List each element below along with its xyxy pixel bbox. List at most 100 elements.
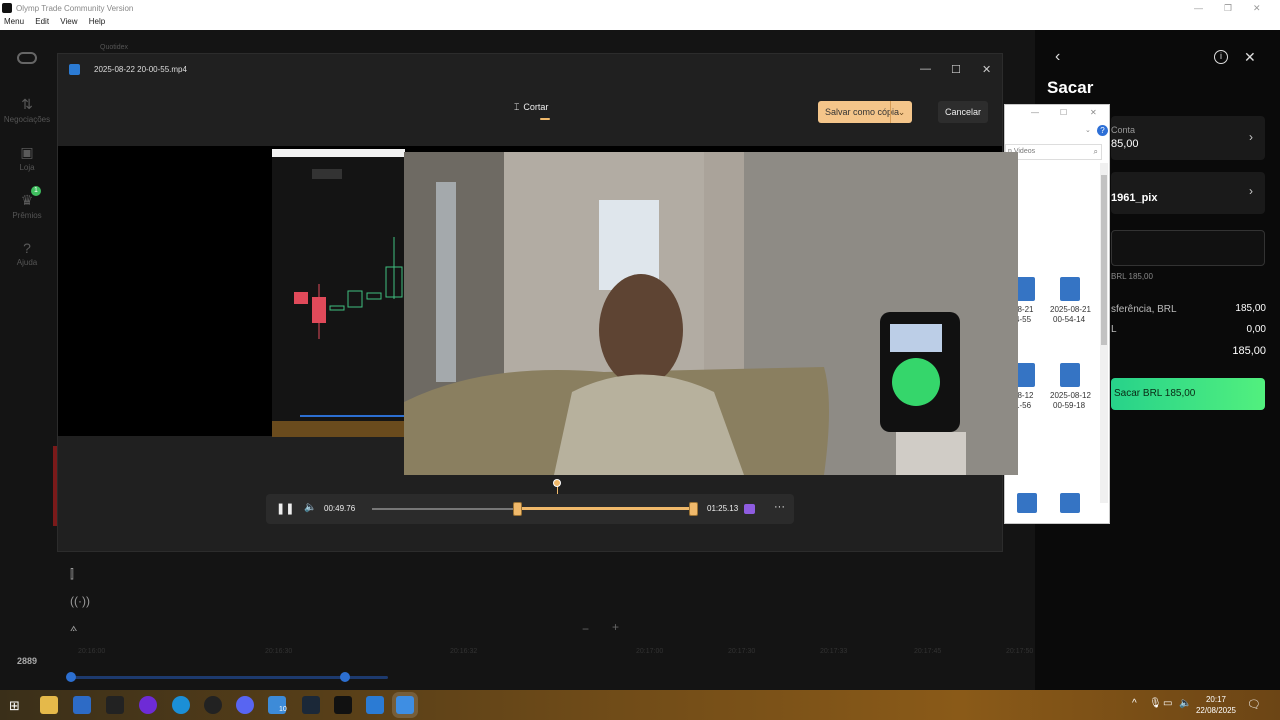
- drawing-icon[interactable]: ⟑: [70, 620, 77, 635]
- video-file-icon[interactable]: [1060, 493, 1080, 513]
- balance-value: 2889: [17, 656, 38, 666]
- playhead-handle[interactable]: [553, 479, 561, 487]
- clipchamp-icon[interactable]: [744, 504, 755, 514]
- sidebar-item-help[interactable]: ? Ajuda: [0, 240, 54, 267]
- video-file-icon[interactable]: [1060, 363, 1080, 387]
- steam-icon[interactable]: [302, 696, 320, 714]
- chart-scrollbar[interactable]: [66, 672, 388, 682]
- menu-item[interactable]: Help: [89, 17, 105, 26]
- playback-controls: ❚❚ 🔈 00:49.76 01:25.13 ···: [266, 494, 794, 524]
- app-title: Olymp Trade Community Version: [16, 4, 134, 13]
- amount-input[interactable]: [1111, 230, 1265, 266]
- account-selector[interactable]: Conta 85,00 ›: [1111, 116, 1265, 160]
- pause-icon[interactable]: ❚❚: [276, 502, 294, 515]
- video-file-icon[interactable]: [1015, 363, 1035, 387]
- tab-cut-indicator: [540, 118, 550, 120]
- explorer-scroll-thumb[interactable]: [1101, 175, 1107, 345]
- taskbar-clock[interactable]: 20:17 22/08/2025: [1196, 694, 1236, 716]
- windows-taskbar: ⊞ 10 ^ 🎙 ▭ 🔈 20:17 22/08/2025 🗨: [0, 690, 1280, 720]
- photos-editor-icon[interactable]: [396, 696, 414, 714]
- video-file-icon[interactable]: [1017, 493, 1037, 513]
- network-icon[interactable]: ▭: [1163, 698, 1172, 709]
- zoom-in-icon[interactable]: +: [612, 620, 619, 634]
- close-icon[interactable]: ✕: [982, 63, 991, 76]
- chevron-down-icon[interactable]: ⌄: [890, 101, 912, 123]
- minimize-icon[interactable]: —: [920, 63, 931, 75]
- video-file-icon[interactable]: [1015, 277, 1035, 301]
- file-name: 2025-08-21: [1050, 305, 1091, 314]
- menu-item[interactable]: Edit: [35, 17, 49, 26]
- trim-timeline[interactable]: [372, 502, 698, 516]
- windows-start-icon[interactable]: ⊞: [9, 698, 20, 714]
- chrome-icon[interactable]: [204, 696, 222, 714]
- explorer-search-input[interactable]: n Videos ⌕: [1005, 144, 1102, 160]
- back-icon[interactable]: ‹: [1055, 48, 1060, 66]
- info-icon[interactable]: i: [1214, 50, 1228, 64]
- explorer-maximize-icon[interactable]: ☐: [1060, 108, 1067, 117]
- method-selector[interactable]: 1961_pix ›: [1111, 172, 1265, 214]
- explorer-close-icon[interactable]: ✕: [1090, 108, 1097, 117]
- zoom-out-icon[interactable]: −: [582, 622, 589, 636]
- file-name: 00-54-14: [1053, 315, 1086, 324]
- video-editor-window: 2025-08-22 20-00-55.mp4 — ☐ ✕ ⌶ Cortar Sa…: [57, 53, 1018, 552]
- edge-icon[interactable]: [172, 696, 190, 714]
- menu-item[interactable]: View: [60, 17, 77, 26]
- tab-cut[interactable]: ⌶ Cortar: [514, 102, 548, 113]
- trade-arrows-icon: ⇅: [21, 96, 33, 112]
- scroll-handle-right[interactable]: [340, 672, 350, 682]
- menu-item[interactable]: Menu: [4, 17, 24, 26]
- restore-icon[interactable]: ❐: [1224, 3, 1232, 14]
- app-logo-icon: [2, 3, 12, 13]
- chevron-right-icon: ›: [1249, 184, 1253, 198]
- save-as-copy-button[interactable]: Salvar como cópia ⌄: [818, 101, 912, 123]
- prizes-badge: 1: [31, 186, 41, 196]
- trim-icon: ⌶: [514, 102, 520, 112]
- fee-value: 0,00: [1246, 324, 1266, 335]
- video-filename: 2025-08-22 20-00-55.mp4: [94, 65, 187, 74]
- close-icon[interactable]: ✕: [1253, 3, 1261, 14]
- minimize-icon[interactable]: —: [1194, 3, 1203, 13]
- explorer-scrollbar[interactable]: [1100, 163, 1108, 503]
- sidebar-item-trades[interactable]: ⇅ Negociações: [0, 96, 54, 124]
- file-explorer-icon[interactable]: [40, 696, 58, 714]
- chevron-up-icon[interactable]: ^: [1132, 698, 1137, 709]
- more-options-icon[interactable]: ···: [774, 501, 785, 513]
- onedrive-icon[interactable]: [73, 696, 91, 714]
- sidebar-item-store[interactable]: ▣ Loja: [0, 144, 54, 172]
- taskbar-badge: 10: [279, 706, 287, 713]
- mute-icon[interactable]: 🔈: [304, 502, 316, 513]
- epic-games-icon[interactable]: [106, 696, 124, 714]
- volume-icon[interactable]: 🔈: [1179, 698, 1191, 709]
- time-tick: 20:16:30: [265, 648, 293, 655]
- app-circle-icon[interactable]: [139, 696, 157, 714]
- indicators-icon[interactable]: ((·)): [70, 594, 90, 608]
- sidebar-item-prizes[interactable]: ♛ Prêmios 1: [0, 186, 54, 220]
- help-circle-icon[interactable]: ?: [1097, 125, 1108, 136]
- fee-label: L: [1111, 324, 1117, 335]
- maximize-icon[interactable]: ☐: [951, 63, 961, 76]
- photos-icon[interactable]: 10: [268, 696, 287, 714]
- discord-icon[interactable]: [236, 696, 254, 714]
- inset-chart: [272, 149, 405, 437]
- close-panel-icon[interactable]: ✕: [1244, 49, 1256, 66]
- method-value: 1961_pix: [1111, 192, 1158, 204]
- time-tick: 20:16:32: [450, 648, 478, 655]
- explorer-minimize-icon[interactable]: —: [1031, 108, 1039, 117]
- media-player-icon[interactable]: [366, 696, 384, 714]
- end-time: 01:25.13: [707, 504, 739, 513]
- trim-start-handle[interactable]: [512, 502, 522, 516]
- time-tick: 20:17:45: [914, 648, 942, 655]
- chevron-down-icon[interactable]: ⌄: [1085, 126, 1091, 134]
- notification-icon[interactable]: 🗨: [1247, 698, 1261, 711]
- cancel-button[interactable]: Cancelar: [938, 101, 988, 123]
- scroll-handle-left[interactable]: [66, 672, 76, 682]
- video-file-icon[interactable]: [1060, 277, 1080, 301]
- withdraw-title: Sacar: [1047, 78, 1094, 97]
- microphone-icon[interactable]: 🎙: [1149, 698, 1162, 709]
- time-tick: 20:17:30: [728, 648, 756, 655]
- olymp-trade-icon[interactable]: [334, 696, 352, 714]
- file-explorer-window: — ☐ ✕ ⌄ ? n Videos ⌕ 08-21 4-55 2025-08-…: [1004, 104, 1110, 524]
- candles-icon[interactable]: ⫿: [70, 567, 74, 582]
- submit-withdraw-button[interactable]: Sacar BRL 185,00: [1111, 378, 1265, 410]
- trim-end-handle[interactable]: [689, 502, 698, 516]
